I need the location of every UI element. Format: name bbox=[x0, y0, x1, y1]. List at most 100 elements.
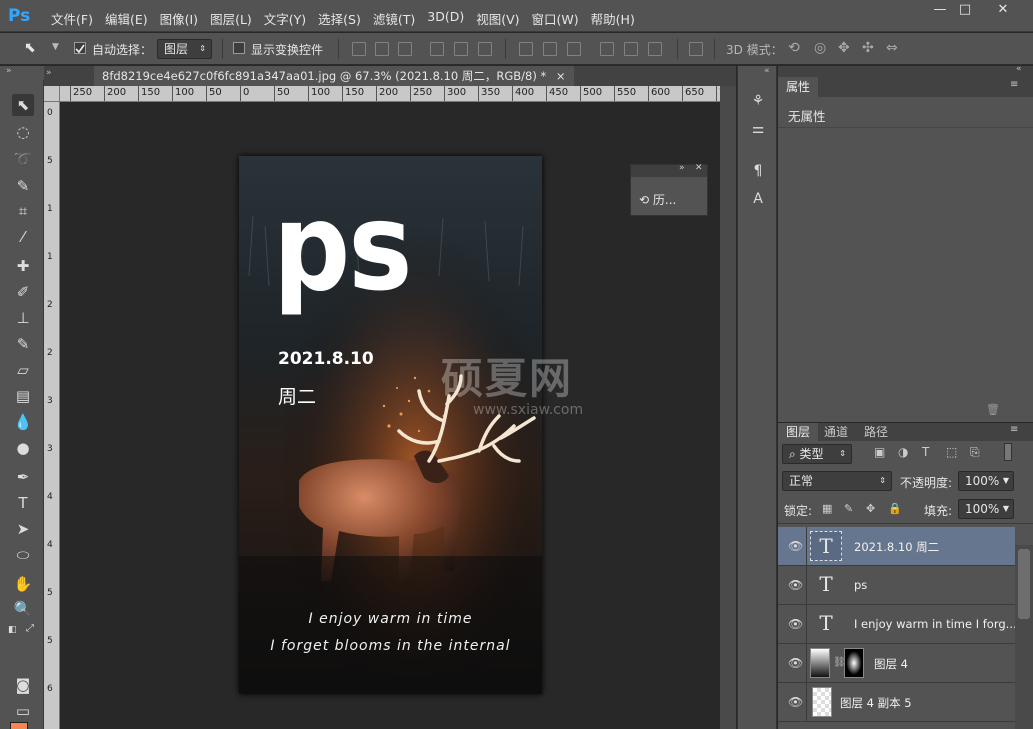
filter-type-icon[interactable]: T bbox=[922, 445, 929, 459]
menu-filter[interactable]: 滤镜(T) bbox=[368, 7, 420, 27]
opacity-input[interactable]: 100% ▼ bbox=[958, 471, 1014, 491]
hand-tool-icon[interactable]: ✋ bbox=[12, 573, 34, 595]
tab-channels[interactable]: 通道 bbox=[816, 423, 856, 441]
close-window-button[interactable]: ✕ bbox=[988, 2, 1018, 20]
maximize-button[interactable]: □ bbox=[950, 2, 980, 20]
align-top-icon[interactable] bbox=[352, 42, 366, 56]
eye-icon[interactable]: 👁 bbox=[788, 696, 803, 708]
foreground-color-swatch[interactable] bbox=[10, 722, 28, 729]
auto-align-layers-icon[interactable] bbox=[689, 42, 703, 56]
menu-file[interactable]: 文件(F) bbox=[46, 7, 98, 27]
3d-pan-icon[interactable]: ✥ bbox=[838, 40, 850, 56]
eraser-tool-icon[interactable]: ▱ bbox=[12, 359, 34, 381]
distribute-left-icon[interactable] bbox=[600, 42, 614, 56]
marquee-tool-icon[interactable]: ◌ bbox=[12, 121, 34, 143]
gradient-tool-icon[interactable]: ▤ bbox=[12, 385, 34, 407]
panel-menu-icon[interactable]: ≡ bbox=[1010, 424, 1018, 435]
filter-adjustment-icon[interactable]: ◑ bbox=[898, 445, 908, 459]
layers-scrollbar[interactable] bbox=[1015, 545, 1033, 729]
layer-row[interactable]: 👁 ⛓ 图层 4 bbox=[778, 644, 1015, 683]
align-right-icon[interactable] bbox=[478, 42, 492, 56]
layer-mask-thumbnail[interactable] bbox=[844, 648, 864, 678]
distribute-bottom-icon[interactable] bbox=[567, 42, 581, 56]
document-canvas[interactable]: ps 2021.8.10 周二 I enjoy warm in time I f… bbox=[239, 156, 542, 694]
quick-mask-icon[interactable]: ◙ bbox=[12, 674, 34, 696]
menu-type[interactable]: 文字(Y) bbox=[259, 7, 311, 27]
adjustments-dock-icon[interactable]: ⚌ bbox=[747, 118, 769, 140]
menu-view[interactable]: 视图(V) bbox=[471, 7, 524, 27]
document-tab[interactable]: 8fd8219ce4e627c0f6fc891a347aa01.jpg @ 67… bbox=[94, 66, 574, 86]
history-dock-icon[interactable]: ⚘ bbox=[747, 90, 769, 112]
type-tool-icon[interactable]: T bbox=[12, 492, 34, 514]
dodge-tool-icon[interactable]: ● bbox=[12, 437, 34, 459]
path-select-tool-icon[interactable]: ➤ bbox=[12, 518, 34, 540]
canvas-vertical-scrollbar[interactable] bbox=[720, 86, 736, 729]
eyedropper-tool-icon[interactable]: ⁄ bbox=[12, 226, 34, 248]
menu-3d[interactable]: 3D(D) bbox=[422, 7, 469, 27]
ellipse-tool-icon[interactable]: ⬭ bbox=[12, 544, 34, 566]
close-tab-icon[interactable]: × bbox=[556, 69, 566, 83]
align-left-icon[interactable] bbox=[430, 42, 444, 56]
align-vcenter-icon[interactable] bbox=[375, 42, 389, 56]
menu-select[interactable]: 选择(S) bbox=[313, 7, 366, 27]
layer-row[interactable]: 👁 T 2021.8.10 周二 bbox=[778, 527, 1015, 566]
auto-select-target-dropdown[interactable]: 图层 ⇕ bbox=[157, 39, 212, 59]
clone-stamp-tool-icon[interactable]: ⊥ bbox=[12, 307, 34, 329]
filter-pixel-icon[interactable]: ▣ bbox=[874, 445, 885, 459]
swap-colors-icon[interactable]: ⤢ bbox=[26, 623, 38, 635]
quick-select-tool-icon[interactable]: ✎ bbox=[12, 175, 34, 197]
menu-edit[interactable]: 编辑(E) bbox=[100, 7, 153, 27]
history-panel-button[interactable]: ⟲ 历... bbox=[639, 191, 676, 208]
lock-all-icon[interactable]: 🔒 bbox=[888, 502, 902, 515]
tab-layers[interactable]: 图层 bbox=[778, 423, 819, 441]
filter-shape-icon[interactable]: ⬚ bbox=[946, 445, 957, 459]
panel-menu-icon[interactable]: ≡ bbox=[1010, 79, 1018, 90]
panel-header[interactable]: » ✕ bbox=[631, 163, 707, 177]
layer-row[interactable]: 👁 图层 4 副本 5 bbox=[778, 683, 1015, 722]
layer-filter-dropdown[interactable]: ⌕ 类型 ⇕ bbox=[782, 444, 852, 464]
distribute-vcenter-icon[interactable] bbox=[543, 42, 557, 56]
healing-brush-tool-icon[interactable]: ✚ bbox=[12, 255, 34, 277]
fill-input[interactable]: 100% ▼ bbox=[958, 499, 1014, 519]
collapse-arrows-icon[interactable]: » bbox=[46, 68, 52, 78]
pen-tool-icon[interactable]: ✒ bbox=[12, 466, 34, 488]
scrollbar-thumb[interactable] bbox=[1018, 549, 1030, 619]
default-colors-icon[interactable]: ◧ bbox=[8, 625, 18, 635]
tab-properties[interactable]: 属性 bbox=[778, 77, 819, 97]
lock-position-icon[interactable]: ✥ bbox=[866, 502, 875, 515]
ruler-origin[interactable] bbox=[44, 86, 60, 102]
history-brush-tool-icon[interactable]: ✎ bbox=[12, 333, 34, 355]
lock-transparent-icon[interactable]: ▦ bbox=[822, 502, 832, 515]
menu-layer[interactable]: 图层(L) bbox=[205, 7, 257, 27]
expand-arrows-icon[interactable]: » bbox=[679, 163, 685, 173]
distribute-hcenter-icon[interactable] bbox=[624, 42, 638, 56]
paragraph-dock-icon[interactable]: ¶ bbox=[747, 160, 769, 182]
layer-row[interactable]: 👁 T ps bbox=[778, 566, 1015, 605]
history-panel-collapsed[interactable]: » ✕ ⟲ 历... bbox=[630, 163, 708, 216]
align-bottom-icon[interactable] bbox=[398, 42, 412, 56]
zoom-tool-icon[interactable]: 🔍 bbox=[12, 598, 34, 620]
lock-pixels-icon[interactable]: ✎ bbox=[844, 502, 853, 515]
filter-toggle-switch[interactable] bbox=[1004, 443, 1012, 461]
blur-tool-icon[interactable]: 💧 bbox=[12, 411, 34, 433]
chevron-down-icon[interactable]: ▼ bbox=[52, 42, 59, 52]
move-tool-preset-icon[interactable]: ⬉ bbox=[24, 40, 36, 56]
distribute-top-icon[interactable] bbox=[519, 42, 533, 56]
collapse-arrows-icon[interactable]: » bbox=[6, 66, 12, 76]
move-tool-icon[interactable]: ⬉ bbox=[12, 94, 34, 116]
show-transform-checkbox[interactable] bbox=[233, 42, 245, 54]
menu-image[interactable]: 图像(I) bbox=[155, 7, 203, 27]
3d-slide-icon[interactable]: ✣ bbox=[862, 40, 874, 56]
crop-tool-icon[interactable]: ⌗ bbox=[12, 200, 34, 222]
eye-icon[interactable]: 👁 bbox=[788, 579, 803, 591]
auto-select-checkbox[interactable] bbox=[74, 42, 86, 54]
collapse-arrows-icon[interactable]: « bbox=[1016, 64, 1022, 74]
3d-scale-icon[interactable]: ⇔ bbox=[886, 40, 898, 56]
align-hcenter-icon[interactable] bbox=[454, 42, 468, 56]
blend-mode-dropdown[interactable]: 正常 ⇕ bbox=[782, 471, 892, 491]
menu-help[interactable]: 帮助(H) bbox=[586, 7, 640, 27]
3d-roll-icon[interactable]: ◎ bbox=[814, 40, 826, 56]
distribute-right-icon[interactable] bbox=[648, 42, 662, 56]
eye-icon[interactable]: 👁 bbox=[788, 657, 803, 669]
screen-mode-icon[interactable]: ▭ bbox=[12, 700, 34, 722]
